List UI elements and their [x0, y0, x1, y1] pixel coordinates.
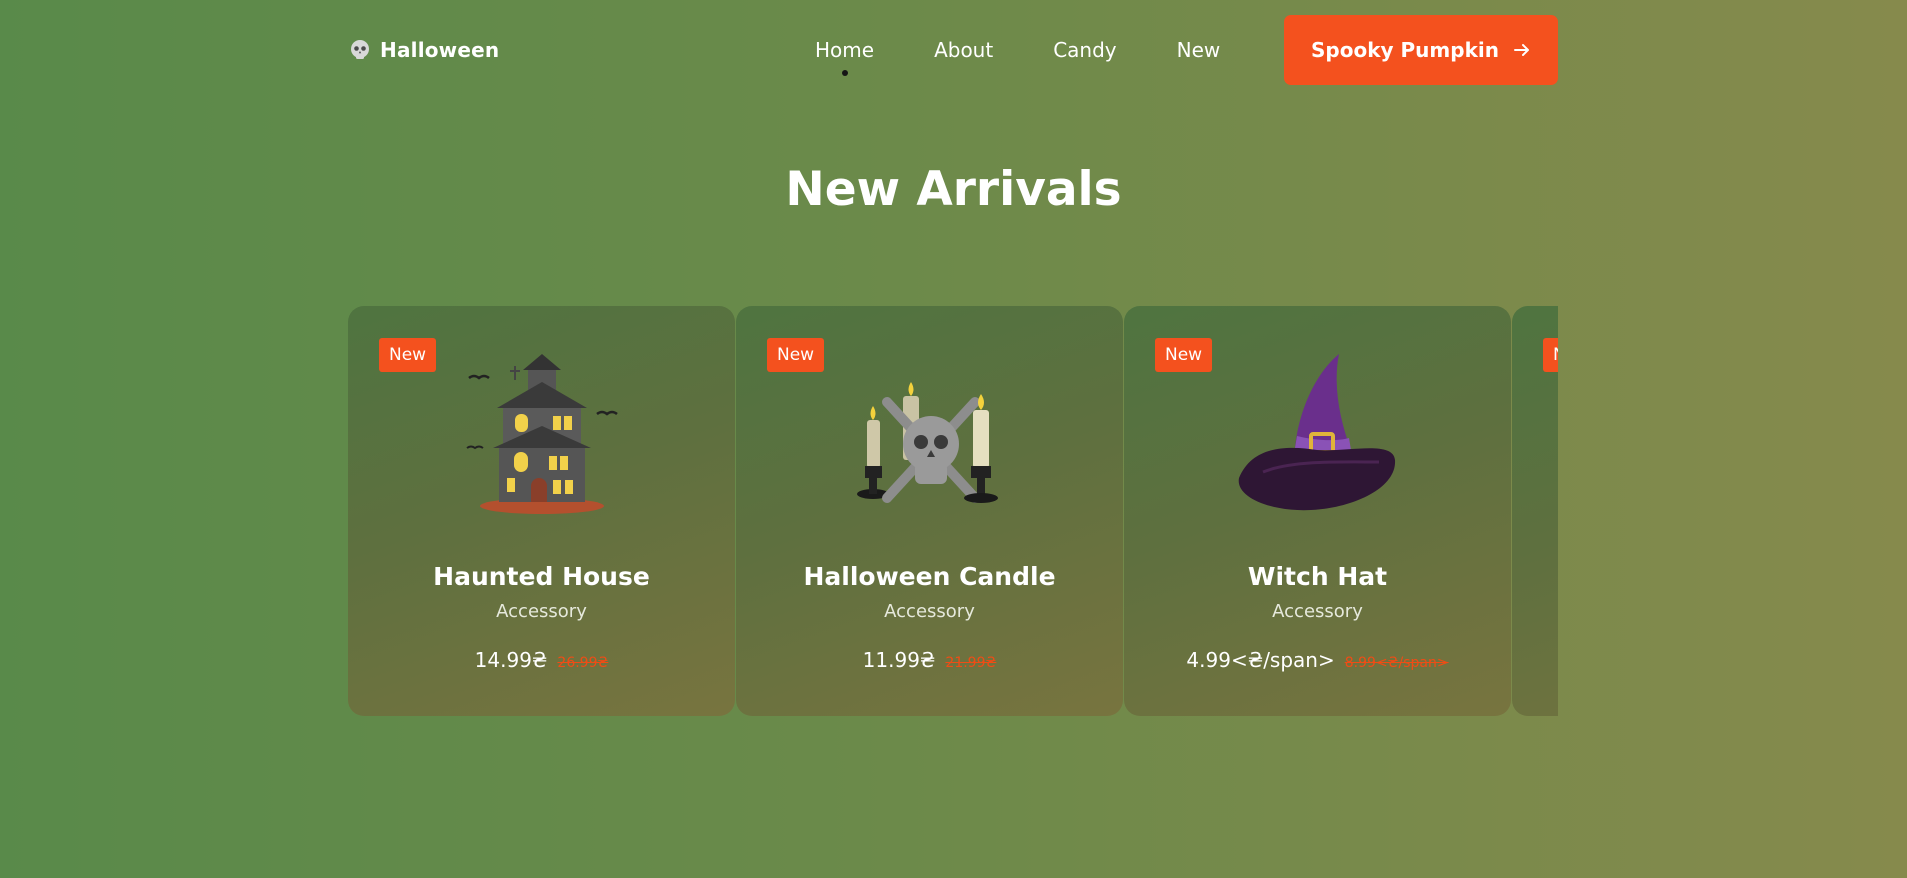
product-card-witch-hat[interactable]: New Witch Hat Accessory 4.99<₴/span> 8.9… — [1124, 306, 1511, 716]
site-header: Halloween Home About Candy New Spooky Pu… — [348, 14, 1558, 86]
product-price: 11.99₴ — [862, 648, 936, 672]
skull-icon — [351, 40, 369, 59]
product-price: 14.99₴ — [474, 648, 548, 672]
product-category: Accessory — [884, 601, 975, 622]
haunted-house-icon — [465, 354, 618, 514]
product-old-price: 21.99₴ — [945, 655, 997, 671]
product-name: Halloween Candle — [803, 562, 1056, 591]
nav-item-home[interactable]: Home — [815, 38, 874, 76]
product-image — [457, 348, 627, 518]
product-price: 4.99<₴/span> — [1186, 648, 1335, 672]
section-title: New Arrivals — [785, 162, 1122, 217]
cta-label: Spooky Pumpkin — [1311, 38, 1499, 62]
arrow-right-icon — [1513, 44, 1529, 56]
product-name: Haunted House — [433, 562, 650, 591]
product-card-halloween-candle[interactable]: New Halloween Candle Accessory 11.99₴ 21… — [736, 306, 1123, 716]
new-badge: New — [1155, 338, 1213, 372]
brand-name: Halloween — [380, 38, 500, 62]
product-old-price: 26.99₴ — [557, 655, 609, 671]
nav-item-candy[interactable]: Candy — [1053, 38, 1116, 62]
new-badge: New — [379, 338, 437, 372]
product-card-haunted-house[interactable]: New Haunted House Accessory 14.99₴ 26.99… — [348, 306, 735, 716]
product-card-partial[interactable]: New — [1512, 306, 1558, 716]
product-prices: 4.99<₴/span> 8.99<₴/span> — [1124, 648, 1511, 672]
nav-item-new[interactable]: New — [1177, 38, 1221, 62]
product-image — [845, 348, 1015, 518]
product-image — [1233, 348, 1403, 518]
product-prices: 14.99₴ 26.99₴ — [348, 648, 735, 672]
product-category: Accessory — [1272, 601, 1363, 622]
product-prices: 11.99₴ 21.99₴ — [736, 648, 1123, 672]
product-name: Witch Hat — [1247, 562, 1388, 591]
witch-hat-icon — [1238, 354, 1395, 511]
product-carousel[interactable]: New Haunted House Accessory 14.99₴ 26.99… — [348, 306, 1558, 716]
product-old-price: 8.99<₴/span> — [1344, 655, 1449, 671]
brand-logo[interactable]: Halloween — [348, 38, 499, 62]
product-category: Accessory — [496, 601, 587, 622]
nav-item-about[interactable]: About — [934, 38, 993, 62]
new-badge: New — [767, 338, 825, 372]
carousel-track: New Haunted House Accessory 14.99₴ 26.99… — [348, 306, 1558, 716]
new-badge: New — [1543, 338, 1558, 372]
spooky-pumpkin-button[interactable]: Spooky Pumpkin — [1284, 15, 1558, 85]
main-nav: Home About Candy New — [815, 14, 1220, 86]
candle-skull-icon — [856, 382, 998, 503]
